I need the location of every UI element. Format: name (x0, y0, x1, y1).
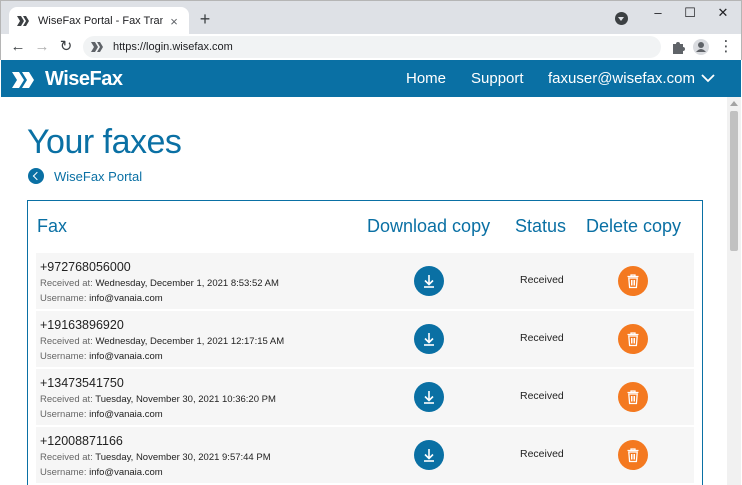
tab-title: WiseFax Portal - Fax Transactions (38, 15, 163, 27)
minimize-button[interactable]: – (648, 4, 668, 22)
reload-icon[interactable]: ↻ (57, 37, 75, 57)
download-copy-button[interactable] (414, 382, 444, 412)
received-at: Received at: Wednesday, December 1, 2021… (40, 278, 279, 289)
column-header-delete: Delete copy (586, 216, 682, 236)
browser-menu-icon[interactable]: ⋮ (717, 37, 735, 57)
status-text: Received (520, 448, 564, 460)
extensions-puzzle-icon[interactable] (670, 39, 686, 55)
maximize-button[interactable]: ☐ (680, 4, 700, 22)
url-text: https://login.wisefax.com (113, 41, 233, 53)
username-value: info@vanaia.com (89, 467, 163, 478)
username: Username: info@vanaia.com (40, 293, 163, 304)
fax-row: +972768056000 Received at: Wednesday, De… (36, 253, 694, 309)
address-bar[interactable]: https://login.wisefax.com (83, 36, 661, 58)
received-at: Received at: Tuesday, November 30, 2021 … (40, 394, 276, 405)
chevron-down-icon[interactable] (701, 71, 715, 85)
delete-copy-button[interactable] (618, 440, 648, 470)
received-label: Received at: (40, 394, 93, 405)
received-value: Tuesday, November 30, 2021 9:57:44 PM (95, 452, 271, 463)
username-value: info@vanaia.com (89, 351, 163, 362)
scroll-thumb[interactable] (730, 111, 738, 251)
download-icon (424, 391, 434, 404)
username: Username: info@vanaia.com (40, 351, 163, 362)
fax-row: +12008871166 Received at: Tuesday, Novem… (36, 427, 694, 483)
username: Username: info@vanaia.com (40, 409, 163, 420)
nav-home-link[interactable]: Home (406, 70, 446, 87)
fax-row: +19163896920 Received at: Wednesday, Dec… (36, 311, 694, 367)
trash-icon (627, 332, 639, 347)
received-label: Received at: (40, 336, 93, 347)
portal-back-link[interactable]: WiseFax Portal (54, 169, 142, 184)
fax-row: +13473541750 Received at: Tuesday, Novem… (36, 369, 694, 425)
delete-copy-button[interactable] (618, 266, 648, 296)
column-header-status: Status (515, 216, 567, 236)
user-menu-link[interactable]: faxuser@wisefax.com (548, 70, 695, 87)
new-tab-button[interactable]: + (197, 9, 213, 29)
fax-number: +972768056000 (40, 260, 131, 274)
column-header-fax: Fax (37, 216, 68, 236)
received-label: Received at: (40, 278, 93, 289)
tab-close-icon[interactable]: × (167, 14, 181, 29)
status-text: Received (520, 390, 564, 402)
status-text: Received (520, 332, 564, 344)
username-value: info@vanaia.com (89, 293, 163, 304)
wisefax-logo[interactable]: WiseFax (12, 68, 123, 91)
close-window-button[interactable]: ✕ (713, 4, 733, 22)
download-icon (424, 275, 434, 288)
received-value: Wednesday, December 1, 2021 12:17:15 AM (95, 336, 285, 347)
download-copy-button[interactable] (414, 266, 444, 296)
download-copy-button[interactable] (414, 440, 444, 470)
back-chevron-icon[interactable] (28, 168, 44, 184)
nav-support-link[interactable]: Support (471, 70, 524, 87)
trash-icon (627, 448, 639, 463)
site-header: WiseFax Home Support faxuser@wisefax.com (1, 60, 741, 97)
delete-copy-button[interactable] (618, 324, 648, 354)
site-info-icon[interactable] (91, 42, 105, 52)
download-icon (424, 449, 434, 462)
username-value: info@vanaia.com (89, 409, 163, 420)
received-at: Received at: Tuesday, November 30, 2021 … (40, 452, 271, 463)
wisefax-logo-icon (12, 71, 34, 88)
logo-text: WiseFax (45, 68, 123, 90)
fax-number: +19163896920 (40, 318, 124, 332)
scroll-up-icon[interactable] (730, 101, 738, 106)
username-label: Username: (40, 467, 87, 478)
download-icon (424, 333, 434, 346)
tab-search-icon[interactable] (615, 12, 628, 25)
fax-list-panel: Fax Download copy Status Delete copy +97… (27, 200, 703, 485)
status-text: Received (520, 274, 564, 286)
received-value: Tuesday, November 30, 2021 10:36:20 PM (95, 394, 276, 405)
download-copy-button[interactable] (414, 324, 444, 354)
browser-toolbar: ← → ↻ https://login.wisefax.com ⋮ (0, 34, 742, 60)
column-header-download: Download copy (367, 216, 491, 236)
forward-arrow-icon[interactable]: → (33, 37, 51, 57)
received-value: Wednesday, December 1, 2021 8:53:52 AM (95, 278, 279, 289)
browser-tab[interactable]: WiseFax Portal - Fax Transactions × (9, 7, 189, 35)
wisefax-favicon-icon (17, 16, 29, 26)
username-label: Username: (40, 293, 87, 304)
page-title: Your faxes (27, 123, 182, 161)
profile-avatar-icon[interactable] (693, 39, 709, 55)
back-arrow-icon[interactable]: ← (9, 37, 27, 57)
browser-titlebar: WiseFax Portal - Fax Transactions × + – … (0, 0, 742, 35)
page-scrollbar[interactable] (727, 97, 741, 485)
username: Username: info@vanaia.com (40, 467, 163, 478)
username-label: Username: (40, 351, 87, 362)
main-content: Your faxes WiseFax Portal Fax Download c… (1, 97, 727, 485)
fax-number: +13473541750 (40, 376, 124, 390)
received-at: Received at: Wednesday, December 1, 2021… (40, 336, 284, 347)
received-label: Received at: (40, 452, 93, 463)
trash-icon (627, 390, 639, 405)
username-label: Username: (40, 409, 87, 420)
fax-number: +12008871166 (40, 434, 123, 448)
delete-copy-button[interactable] (618, 382, 648, 412)
trash-icon (627, 274, 639, 289)
